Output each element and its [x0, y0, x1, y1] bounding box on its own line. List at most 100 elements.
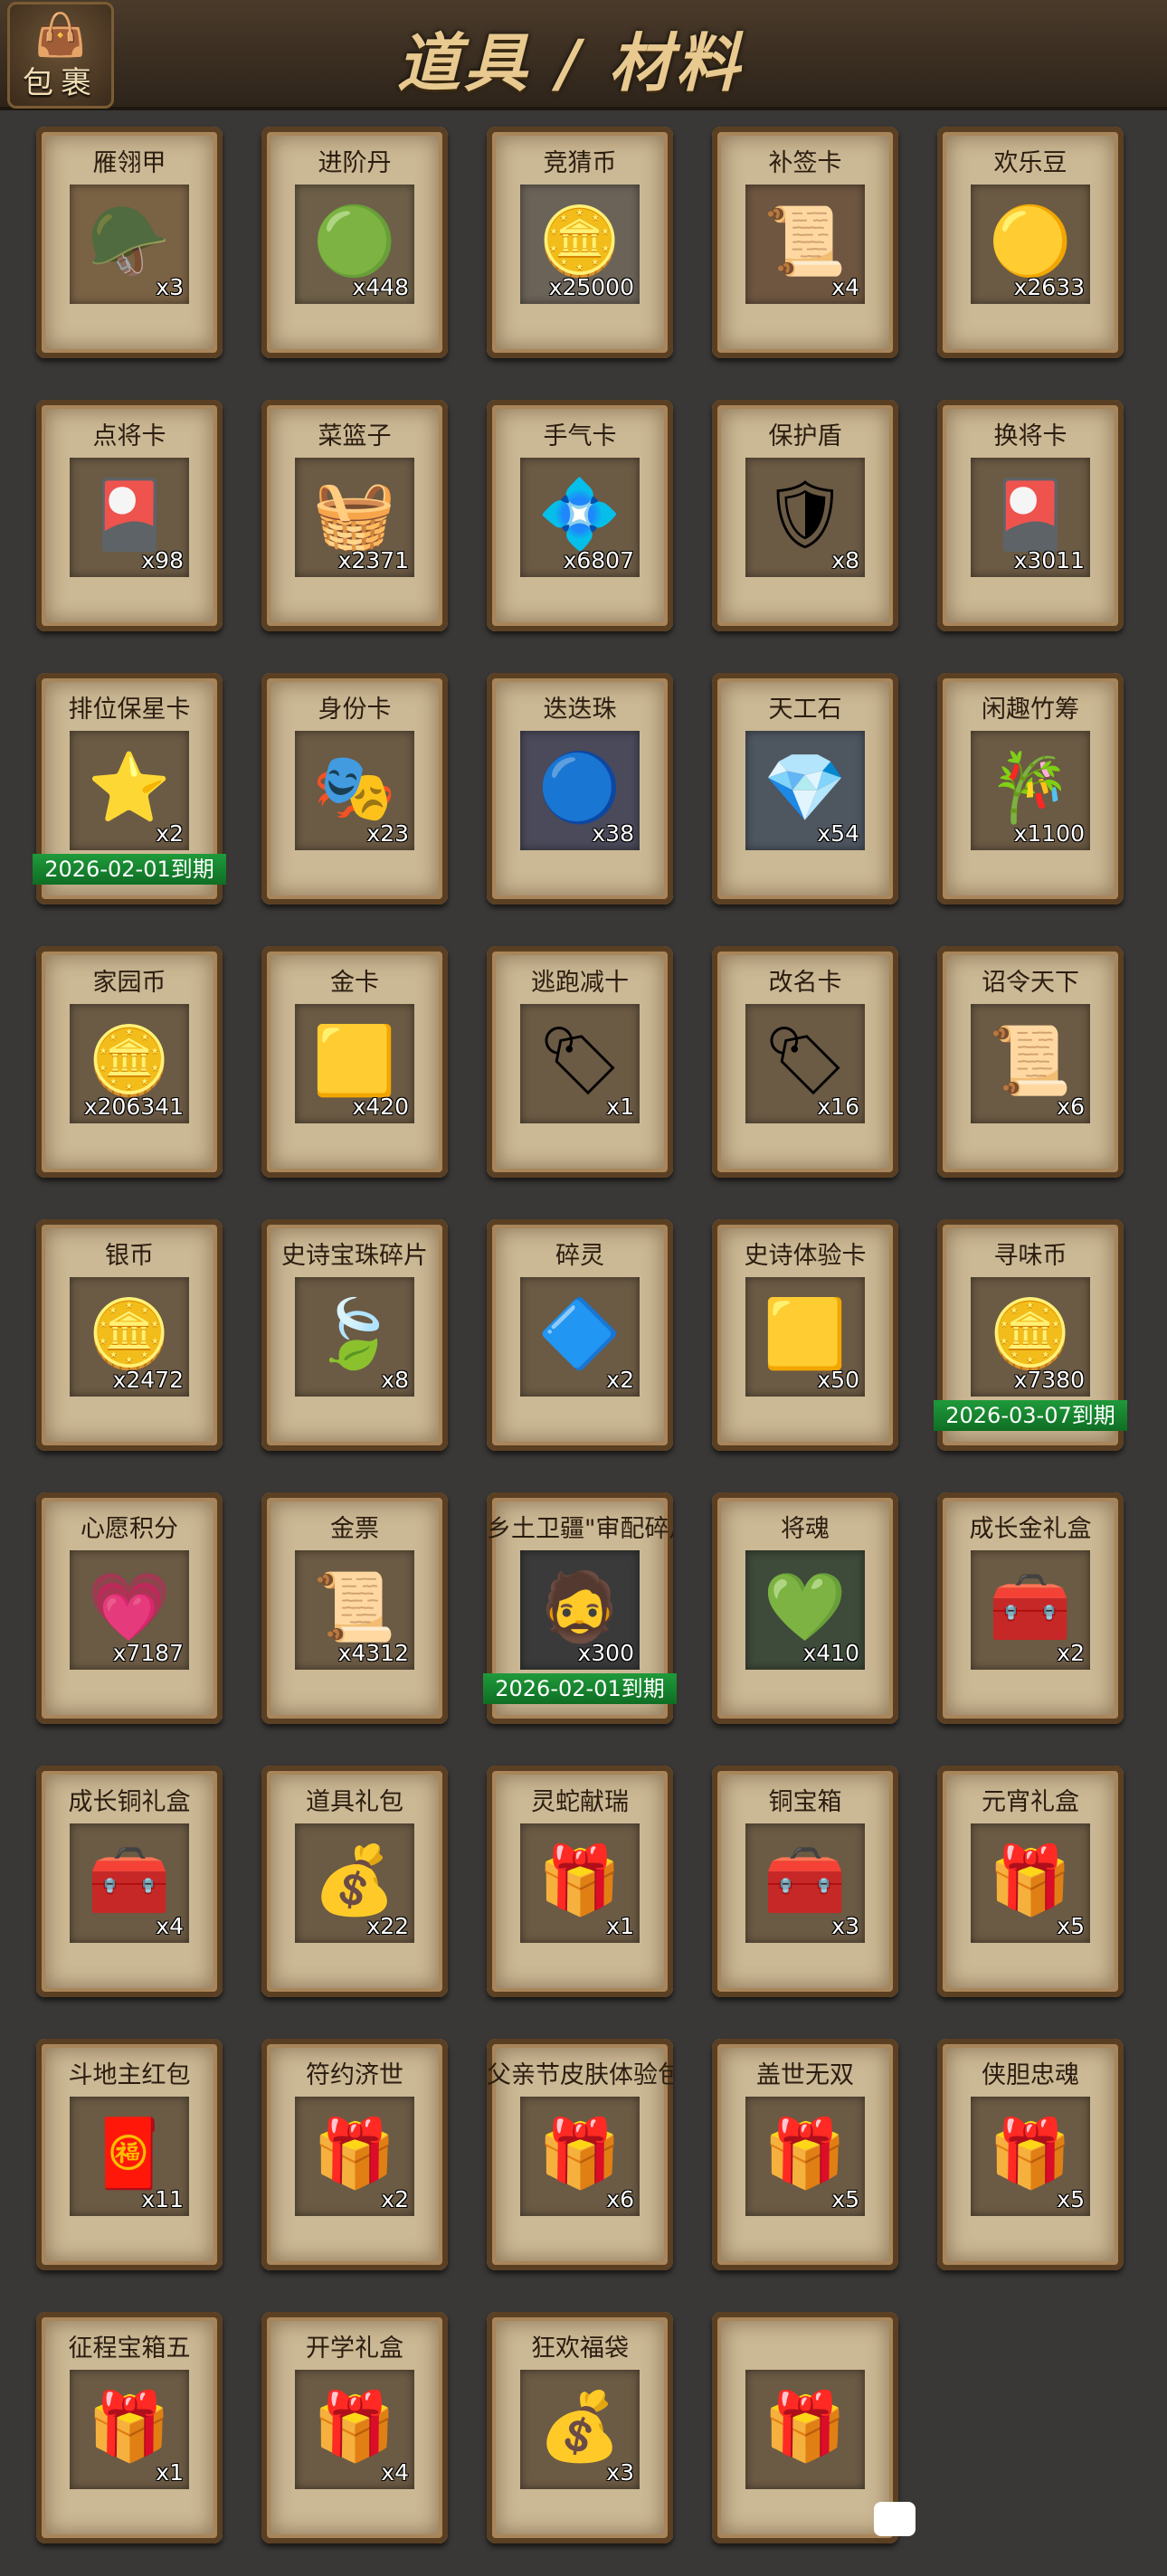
- item-icon: 🧰: [763, 1842, 848, 1920]
- item-card[interactable]: 侠胆忠魂 🎁 x5: [937, 2039, 1124, 2270]
- item-card[interactable]: 欢乐豆 🟡 x2633: [937, 127, 1124, 358]
- item-card[interactable]: 🎁: [712, 2312, 898, 2543]
- item-card[interactable]: 换将卡 🎴 x3011: [937, 400, 1124, 631]
- item-name: 菜篮子: [318, 422, 392, 450]
- item-icon: 🎭: [312, 749, 397, 828]
- item-card[interactable]: 排位保星卡 ⭐ x2 2026-02-01到期: [33, 673, 226, 904]
- item-card[interactable]: 银币 🪙 x2472: [36, 1219, 223, 1451]
- item-card[interactable]: 诏令天下 📜 x6: [937, 946, 1124, 1178]
- item-slot: 🪖 x3: [70, 185, 189, 304]
- item-slot: 🏷 x16: [745, 1004, 865, 1123]
- item-slot: 💰 x3: [520, 2370, 640, 2489]
- item-card[interactable]: 迭迭珠 🔵 x38: [487, 673, 673, 904]
- bag-label: 包裹: [23, 65, 99, 101]
- item-card[interactable]: 征程宝箱五 🎁 x1: [36, 2312, 223, 2543]
- item-card[interactable]: 将魂 💚 x410: [712, 1492, 898, 1724]
- item-card[interactable]: 逃跑减十 🏷 x1: [487, 946, 673, 1178]
- item-name: 开学礼盒: [306, 2334, 403, 2363]
- item-card[interactable]: 碎灵 🔷 x2: [487, 1219, 673, 1451]
- item-card[interactable]: 盖世无双 🎁 x5: [712, 2039, 898, 2270]
- item-card[interactable]: 补签卡 📜 x4: [712, 127, 898, 358]
- item-card[interactable]: 元宵礼盒 🎁 x5: [937, 1766, 1124, 1997]
- item-name: 换将卡: [993, 422, 1067, 450]
- bag-button[interactable]: 👜 包裹: [7, 2, 114, 109]
- item-icon: 🪙: [87, 1022, 172, 1101]
- item-slot: 🎁: [745, 2370, 865, 2489]
- item-card[interactable]: 史诗体验卡 🟨 x50: [712, 1219, 898, 1451]
- item-name: 元宵礼盒: [982, 1788, 1079, 1816]
- item-slot: 💚 x410: [745, 1550, 865, 1670]
- item-card[interactable]: 父亲节皮肤体验包 🎁 x6: [487, 2039, 673, 2270]
- expiry-banner: 2026-03-07到期: [934, 1400, 1127, 1431]
- item-icon: 💠: [537, 476, 622, 554]
- item-card[interactable]: 开学礼盒 🎁 x4: [261, 2312, 448, 2543]
- item-card[interactable]: 成长铜礼盒 🧰 x4: [36, 1766, 223, 1997]
- item-icon: 🧰: [988, 1568, 1073, 1647]
- item-card[interactable]: 雁翎甲 🪖 x3: [36, 127, 223, 358]
- item-icon: 🧺: [312, 476, 397, 554]
- item-count: x5: [831, 2186, 859, 2212]
- item-card[interactable]: 铜宝箱 🧰 x3: [712, 1766, 898, 1997]
- item-name: 手气卡: [543, 422, 617, 450]
- item-card[interactable]: 斗地主红包 🧧 x11: [36, 2039, 223, 2270]
- item-card[interactable]: 符约济世 🎁 x2: [261, 2039, 448, 2270]
- item-card[interactable]: 灵蛇献瑞 🎁 x1: [487, 1766, 673, 1997]
- item-count: x1: [606, 1094, 634, 1120]
- item-card[interactable]: 寻味币 🪙 x7380 2026-03-07到期: [934, 1219, 1127, 1451]
- item-count: x6: [606, 2186, 634, 2212]
- item-slot: 🧺 x2371: [295, 458, 414, 577]
- item-count: x50: [817, 1367, 859, 1393]
- item-card[interactable]: 史诗宝珠碎片 🍃 x8: [261, 1219, 448, 1451]
- item-card[interactable]: 身份卡 🎭 x23: [261, 673, 448, 904]
- item-count: x2371: [337, 547, 409, 573]
- item-card[interactable]: 金票 📜 x4312: [261, 1492, 448, 1724]
- item-slot: 🎁 x5: [971, 1823, 1090, 1943]
- item-count: x4312: [337, 1640, 409, 1666]
- item-card[interactable]: 道具礼包 💰 x22: [261, 1766, 448, 1997]
- item-card[interactable]: 菜篮子 🧺 x2371: [261, 400, 448, 631]
- item-slot: ⭐ x2: [70, 731, 189, 850]
- item-icon: 🔷: [537, 1295, 622, 1374]
- item-slot: 📜 x4: [745, 185, 865, 304]
- item-slot: 💠 x6807: [520, 458, 640, 577]
- item-card[interactable]: 闲趣竹筹 🎋 x1100: [937, 673, 1124, 904]
- item-card[interactable]: 狂欢福袋 💰 x3: [487, 2312, 673, 2543]
- expiry-banner: 2026-02-01到期: [33, 854, 226, 885]
- item-icon: 💚: [763, 1568, 848, 1647]
- item-icon: 🎁: [87, 2388, 172, 2467]
- item-count: x4: [156, 1913, 184, 1939]
- item-name: 符约济世: [306, 2061, 403, 2089]
- item-name: 逃跑减十: [531, 969, 629, 997]
- item-card[interactable]: 点将卡 🎴 x98: [36, 400, 223, 631]
- item-card[interactable]: 天工石 💎 x54: [712, 673, 898, 904]
- item-count: x2: [606, 1367, 634, 1393]
- item-slot: 🎁 x5: [971, 2097, 1090, 2216]
- item-count: x206341: [83, 1094, 184, 1120]
- item-card[interactable]: 家园币 🪙 x206341: [36, 946, 223, 1178]
- item-name: 乡土卫疆"审配碎片: [487, 1515, 673, 1543]
- item-card[interactable]: 保护盾 🛡 x8: [712, 400, 898, 631]
- item-count: x54: [817, 820, 859, 847]
- item-icon: 🎁: [312, 2115, 397, 2193]
- item-card[interactable]: 改名卡 🏷 x16: [712, 946, 898, 1178]
- item-card[interactable]: 成长金礼盒 🧰 x2: [937, 1492, 1124, 1724]
- item-slot: 🪙 x25000: [520, 185, 640, 304]
- item-card[interactable]: 心愿积分 💗 x7187: [36, 1492, 223, 1724]
- item-card[interactable]: 进阶丹 🟢 x448: [261, 127, 448, 358]
- item-icon: 🎁: [312, 2388, 397, 2467]
- item-card[interactable]: 手气卡 💠 x6807: [487, 400, 673, 631]
- item-slot: 🎁 x2: [295, 2097, 414, 2216]
- item-card[interactable]: 竞猜币 🪙 x25000: [487, 127, 673, 358]
- item-card[interactable]: 金卡 🟨 x420: [261, 946, 448, 1178]
- item-name: 点将卡: [92, 422, 166, 450]
- chat-bubble-icon[interactable]: [874, 2502, 916, 2536]
- item-slot: 🎴 x98: [70, 458, 189, 577]
- item-count: x6807: [563, 547, 634, 573]
- item-slot: 🔵 x38: [520, 731, 640, 850]
- item-name: 征程宝箱五: [68, 2334, 191, 2363]
- item-card[interactable]: 乡土卫疆"审配碎片 🧔 x300 2026-02-01到期: [483, 1492, 677, 1724]
- item-slot: 🎁 x5: [745, 2097, 865, 2216]
- item-slot: 🧰 x2: [971, 1550, 1090, 1670]
- item-icon: 🏷: [537, 1022, 622, 1101]
- item-icon: 🎁: [537, 1842, 622, 1920]
